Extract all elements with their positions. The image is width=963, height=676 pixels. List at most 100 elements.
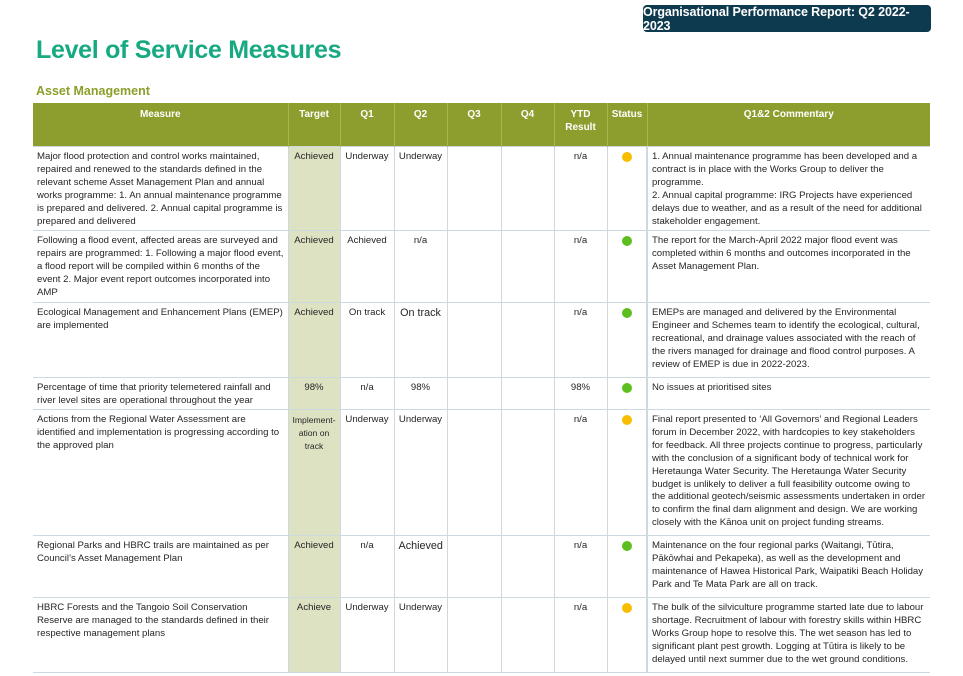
commentary-cell: Maintenance on the four regional parks (… (646, 535, 930, 598)
q1-cell: On track (339, 302, 394, 378)
table-row: Major flood protection and control works… (33, 146, 930, 231)
q4-cell (500, 377, 554, 410)
status-cell (606, 535, 647, 598)
measure-cell: Ecological Management and Enhancement Pl… (33, 302, 288, 378)
q2-cell: Achieved (393, 535, 447, 598)
commentary-paragraph: The bulk of the silviculture programme s… (652, 602, 924, 665)
table-header-row: Measure Target Q1 Q2 Q3 Q4 YTD Result St… (33, 103, 930, 147)
q4-cell (500, 230, 554, 303)
status-cell (606, 409, 647, 536)
column-header-q3: Q3 (446, 103, 501, 147)
q1-cell: Underway (339, 409, 394, 536)
measure-cell: Actions from the Regional Water Assessme… (33, 409, 288, 536)
column-header-q1: Q1 (339, 103, 394, 147)
q1-cell: Underway (339, 597, 394, 673)
status-green-dot-icon (621, 541, 632, 551)
commentary-cell: The report for the March-April 2022 majo… (646, 230, 930, 303)
target-cell: 98% (287, 377, 340, 410)
table-row: Regional Parks and HBRC trails are maint… (33, 535, 930, 598)
commentary-cell: No issues at prioritised sites (646, 377, 930, 410)
table-row: Ecological Management and Enhancement Pl… (33, 302, 930, 378)
q1-cell: n/a (339, 535, 394, 598)
commentary-paragraph: No issues at prioritised sites (652, 382, 772, 393)
status-amber-dot-icon (621, 603, 632, 613)
q1-cell: Achieved (339, 230, 394, 303)
table-row: Actions from the Regional Water Assessme… (33, 409, 930, 536)
ytd-result-cell: n/a (553, 597, 607, 673)
status-green-dot-icon (621, 308, 632, 318)
q3-cell (446, 377, 501, 410)
commentary-paragraph: 1. Annual maintenance programme has been… (652, 151, 918, 188)
ytd-result-cell: n/a (553, 146, 607, 231)
commentary-paragraph: The report for the March-April 2022 majo… (652, 235, 911, 272)
table-body: Major flood protection and control works… (33, 146, 930, 673)
q4-cell (500, 535, 554, 598)
q4-cell (500, 597, 554, 673)
column-header-ytd-result: YTD Result (553, 103, 607, 147)
q2-cell: n/a (393, 230, 447, 303)
commentary-cell: EMEPs are managed and delivered by the E… (646, 302, 930, 378)
target-cell: Achieved (287, 146, 340, 231)
column-header-measure: Measure (33, 103, 288, 147)
q2-cell: Underway (393, 409, 447, 536)
target-cell: Achieve (287, 597, 340, 673)
table-row: HBRC Forests and the Tangoio Soil Conser… (33, 597, 930, 673)
q2-cell: 98% (393, 377, 447, 410)
status-amber-dot-icon (621, 415, 632, 425)
status-cell (606, 597, 647, 673)
measure-cell: Major flood protection and control works… (33, 146, 288, 231)
status-cell (606, 302, 647, 378)
column-header-status: Status (606, 103, 647, 147)
status-green-dot-icon (621, 383, 632, 393)
level-of-service-table: Measure Target Q1 Q2 Q3 Q4 YTD Result St… (33, 103, 930, 673)
q1-cell: n/a (339, 377, 394, 410)
ytd-result-cell: n/a (553, 409, 607, 536)
target-cell: Achieved (287, 535, 340, 598)
q2-cell: On track (393, 302, 447, 378)
column-header-commentary: Q1&2 Commentary (646, 103, 930, 147)
table-row: Following a flood event, affected areas … (33, 230, 930, 303)
q3-cell (446, 597, 501, 673)
q3-cell (446, 535, 501, 598)
status-cell (606, 146, 647, 231)
q3-cell (446, 146, 501, 231)
page-title: Level of Service Measures (36, 36, 342, 64)
column-header-q4: Q4 (500, 103, 554, 147)
q3-cell (446, 409, 501, 536)
commentary-cell: Final report presented to ‘All Governors… (646, 409, 930, 536)
q3-cell (446, 230, 501, 303)
measure-cell: Regional Parks and HBRC trails are maint… (33, 535, 288, 598)
target-cell: Achieved (287, 302, 340, 378)
q4-cell (500, 409, 554, 536)
commentary-paragraph: 2. Annual capital programme: IRG Project… (652, 189, 922, 227)
status-cell (606, 230, 647, 303)
ytd-result-cell: 98% (553, 377, 607, 410)
table-row: Percentage of time that priority telemet… (33, 377, 930, 410)
q2-cell: Underway (393, 597, 447, 673)
commentary-paragraph: Final report presented to ‘All Governors… (652, 414, 926, 529)
commentary-paragraph: EMEPs are managed and delivered by the E… (652, 307, 920, 370)
status-amber-dot-icon (621, 152, 632, 162)
column-header-target: Target (287, 103, 340, 147)
target-cell: Implement-ation on track (287, 409, 340, 536)
measure-cell: Percentage of time that priority telemet… (33, 377, 288, 410)
q4-cell (500, 146, 554, 231)
target-cell: Achieved (287, 230, 340, 303)
q1-cell: Underway (339, 146, 394, 231)
measure-cell: Following a flood event, affected areas … (33, 230, 288, 303)
column-header-q2: Q2 (393, 103, 447, 147)
measure-cell: HBRC Forests and the Tangoio Soil Conser… (33, 597, 288, 673)
section-title: Asset Management (36, 84, 150, 98)
ytd-result-cell: n/a (553, 302, 607, 378)
report-title-badge: Organisational Performance Report: Q2 20… (643, 5, 931, 33)
status-cell (606, 377, 647, 410)
ytd-result-cell: n/a (553, 230, 607, 303)
commentary-cell: 1. Annual maintenance programme has been… (646, 146, 930, 231)
q2-cell: Underway (393, 146, 447, 231)
q3-cell (446, 302, 501, 378)
ytd-result-cell: n/a (553, 535, 607, 598)
q4-cell (500, 302, 554, 378)
commentary-cell: The bulk of the silviculture programme s… (646, 597, 930, 673)
status-green-dot-icon (621, 236, 632, 246)
commentary-paragraph: Maintenance on the four regional parks (… (652, 540, 924, 590)
